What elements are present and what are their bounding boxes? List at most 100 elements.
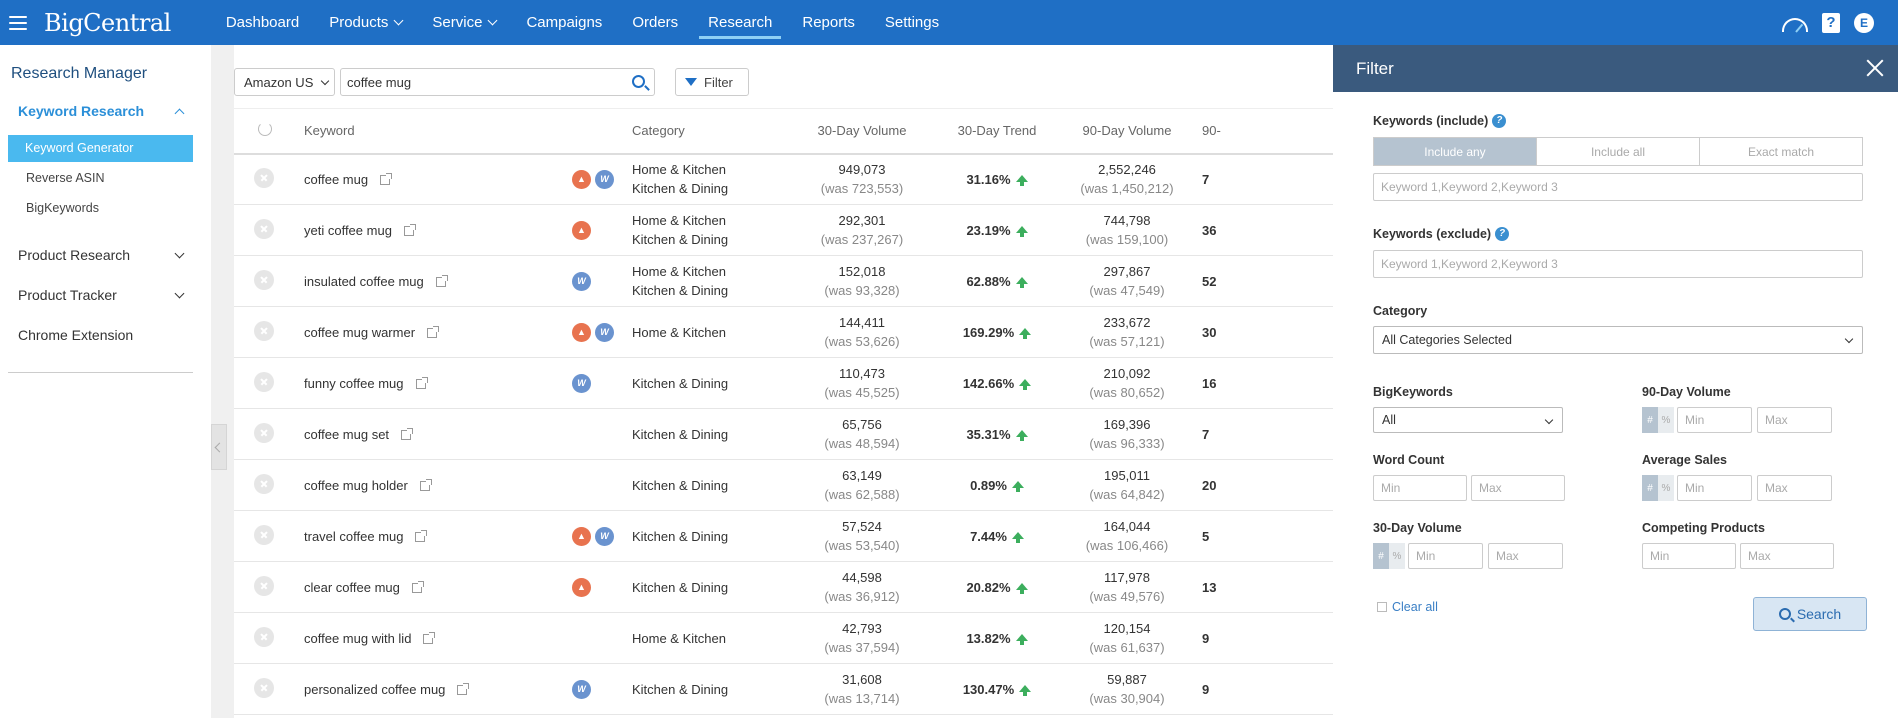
keyword-text[interactable]: coffee mug set (304, 427, 389, 442)
col-30day-volume[interactable]: 30-Day Volume (782, 108, 942, 155)
external-link-icon[interactable] (401, 428, 414, 441)
keyword-text[interactable]: funny coffee mug (304, 376, 404, 391)
word-count-min-input[interactable]: Min (1373, 475, 1467, 501)
word-count-max-input[interactable]: Max (1471, 475, 1565, 501)
external-link-icon[interactable] (427, 326, 440, 339)
avatar[interactable]: E (1854, 12, 1874, 33)
keyword-text[interactable]: coffee mug warmer (304, 325, 415, 340)
hamburger-menu-icon[interactable] (9, 15, 27, 30)
search-icon[interactable] (632, 75, 645, 88)
nav-service[interactable]: Service (417, 0, 511, 45)
avg-sales-min-input[interactable]: Min (1677, 475, 1752, 501)
vol30-min-input[interactable]: Min (1408, 543, 1483, 569)
external-link-icon[interactable] (435, 275, 448, 288)
table-row[interactable]: yeti coffee mug ▲ Home & Kitchen Kitchen & … (234, 204, 1334, 256)
keyword-text[interactable]: travel coffee mug (304, 529, 403, 544)
nav-products[interactable]: Products (314, 0, 417, 45)
col-keyword[interactable]: Keyword (304, 108, 572, 155)
keyword-text[interactable]: personalized coffee mug (304, 682, 445, 697)
keywords-include-field[interactable]: Keyword 1,Keyword 2,Keyword 3 (1373, 173, 1863, 201)
avg-sales-max-input[interactable]: Max (1757, 475, 1832, 501)
col-category[interactable]: Category (632, 108, 782, 155)
table-row[interactable]: clear coffee mug ▲ Kitchen & Dining 44,598 (… (234, 561, 1334, 613)
table-row[interactable]: funny coffee mug W Kitchen & Dining 110,473… (234, 357, 1334, 409)
include-any-option[interactable]: Include any (1374, 138, 1537, 165)
help-icon[interactable]: ? (1822, 12, 1840, 33)
remove-row-icon[interactable] (254, 269, 274, 290)
remove-row-icon[interactable] (254, 575, 274, 596)
sidebar-item-product-research[interactable]: Product Research (18, 247, 185, 263)
external-link-icon[interactable] (415, 530, 428, 543)
remove-row-icon[interactable] (254, 218, 274, 239)
search-input[interactable]: coffee mug (340, 68, 655, 96)
col-90day-volume[interactable]: 90-Day Volume (1052, 108, 1202, 155)
keyword-text[interactable]: coffee mug with lid (304, 631, 411, 646)
sidebar-item-product-tracker[interactable]: Product Tracker (18, 287, 185, 303)
category-select[interactable]: All Categories Selected (1373, 326, 1863, 354)
filter-search-button[interactable]: Search (1753, 597, 1867, 631)
speedometer-icon[interactable] (1782, 17, 1808, 32)
table-row[interactable]: coffee mug ▲ W Home & Kitchen Kitchen & Dini… (234, 153, 1334, 205)
keywords-exclude-field[interactable]: Keyword 1,Keyword 2,Keyword 3 (1373, 250, 1863, 278)
vol90-max-input[interactable]: Max (1757, 407, 1832, 433)
remove-row-icon[interactable] (254, 371, 274, 392)
vol30-max-input[interactable]: Max (1488, 543, 1563, 569)
external-link-icon[interactable] (411, 581, 424, 594)
sidebar-item-reverse-asin[interactable]: Reverse ASIN (26, 171, 105, 185)
external-link-icon[interactable] (457, 683, 470, 696)
table-row[interactable]: insulated coffee mug W Home & Kitchen Kitch… (234, 255, 1334, 307)
table-row[interactable]: travel coffee mug ▲ W Kitchen & Dining 57,52… (234, 510, 1334, 562)
remove-row-icon[interactable] (254, 320, 274, 341)
clear-all-button[interactable]: Clear all (1377, 600, 1438, 614)
table-row[interactable]: coffee mug warmer ▲ W Home & Kitchen 144,411… (234, 306, 1334, 358)
close-icon[interactable] (1866, 59, 1884, 77)
remove-row-icon[interactable] (254, 422, 274, 443)
reset-icon[interactable] (258, 122, 272, 137)
external-link-icon[interactable] (403, 224, 416, 237)
sidebar-item-keyword-generator[interactable]: Keyword Generator (8, 135, 193, 162)
nav-settings[interactable]: Settings (870, 0, 954, 45)
remove-row-icon[interactable] (254, 473, 274, 494)
table-row[interactable]: personalized coffee mug W Kitchen & Dining… (234, 663, 1334, 715)
external-link-icon[interactable] (415, 377, 428, 390)
keyword-text[interactable]: clear coffee mug (304, 580, 400, 595)
col-30day-trend[interactable]: 30-Day Trend (942, 108, 1052, 155)
table-row[interactable]: coffee mug set Kitchen & Dining 65,756 (was… (234, 408, 1334, 460)
sidebar-item-chrome-extension[interactable]: Chrome Extension (18, 327, 183, 343)
nav-research[interactable]: Research (693, 0, 787, 45)
external-link-icon[interactable] (419, 479, 432, 492)
bigkeywords-select[interactable]: All (1373, 407, 1563, 433)
remove-row-icon[interactable] (254, 524, 274, 545)
competing-max-input[interactable]: Max (1740, 543, 1834, 569)
sidebar-item-bigkeywords[interactable]: BigKeywords (26, 201, 99, 215)
table-row[interactable]: coffee mug holder Kitchen & Dining 63,149 (… (234, 459, 1334, 511)
nav-dashboard[interactable]: Dashboard (211, 0, 314, 45)
col-90day-extra[interactable]: 90- (1202, 108, 1334, 155)
keyword-text[interactable]: insulated coffee mug (304, 274, 424, 289)
app-logo[interactable]: BigCentral (44, 9, 171, 37)
keyword-text[interactable]: coffee mug (304, 172, 368, 187)
sidebar-item-keyword-research[interactable]: Keyword Research (18, 103, 185, 119)
filter-button[interactable]: Filter (675, 68, 749, 96)
vol30-unit-toggle[interactable]: #% (1373, 543, 1405, 569)
nav-campaigns[interactable]: Campaigns (511, 0, 617, 45)
nav-orders[interactable]: Orders (617, 0, 693, 45)
vol90-unit-toggle[interactable]: #% (1642, 407, 1674, 433)
exact-match-option[interactable]: Exact match (1700, 138, 1862, 165)
remove-row-icon[interactable] (254, 677, 274, 698)
marketplace-select[interactable]: Amazon US (234, 68, 335, 96)
nav-reports[interactable]: Reports (787, 0, 870, 45)
keyword-text[interactable]: yeti coffee mug (304, 223, 392, 238)
remove-row-icon[interactable] (254, 626, 274, 647)
table-row[interactable]: coffee mug with lid Home & Kitchen 42,793 (… (234, 612, 1334, 664)
vol90-min-input[interactable]: Min (1677, 407, 1752, 433)
external-link-icon[interactable] (423, 632, 436, 645)
avg-sales-unit-toggle[interactable]: #% (1642, 475, 1674, 501)
include-all-option[interactable]: Include all (1537, 138, 1700, 165)
keyword-text[interactable]: coffee mug holder (304, 478, 408, 493)
help-icon[interactable]: ? (1495, 227, 1510, 241)
help-icon[interactable]: ? (1492, 114, 1507, 128)
competing-min-input[interactable]: Min (1642, 543, 1736, 569)
sidebar-collapse-handle[interactable] (211, 424, 227, 470)
external-link-icon[interactable] (380, 173, 393, 186)
